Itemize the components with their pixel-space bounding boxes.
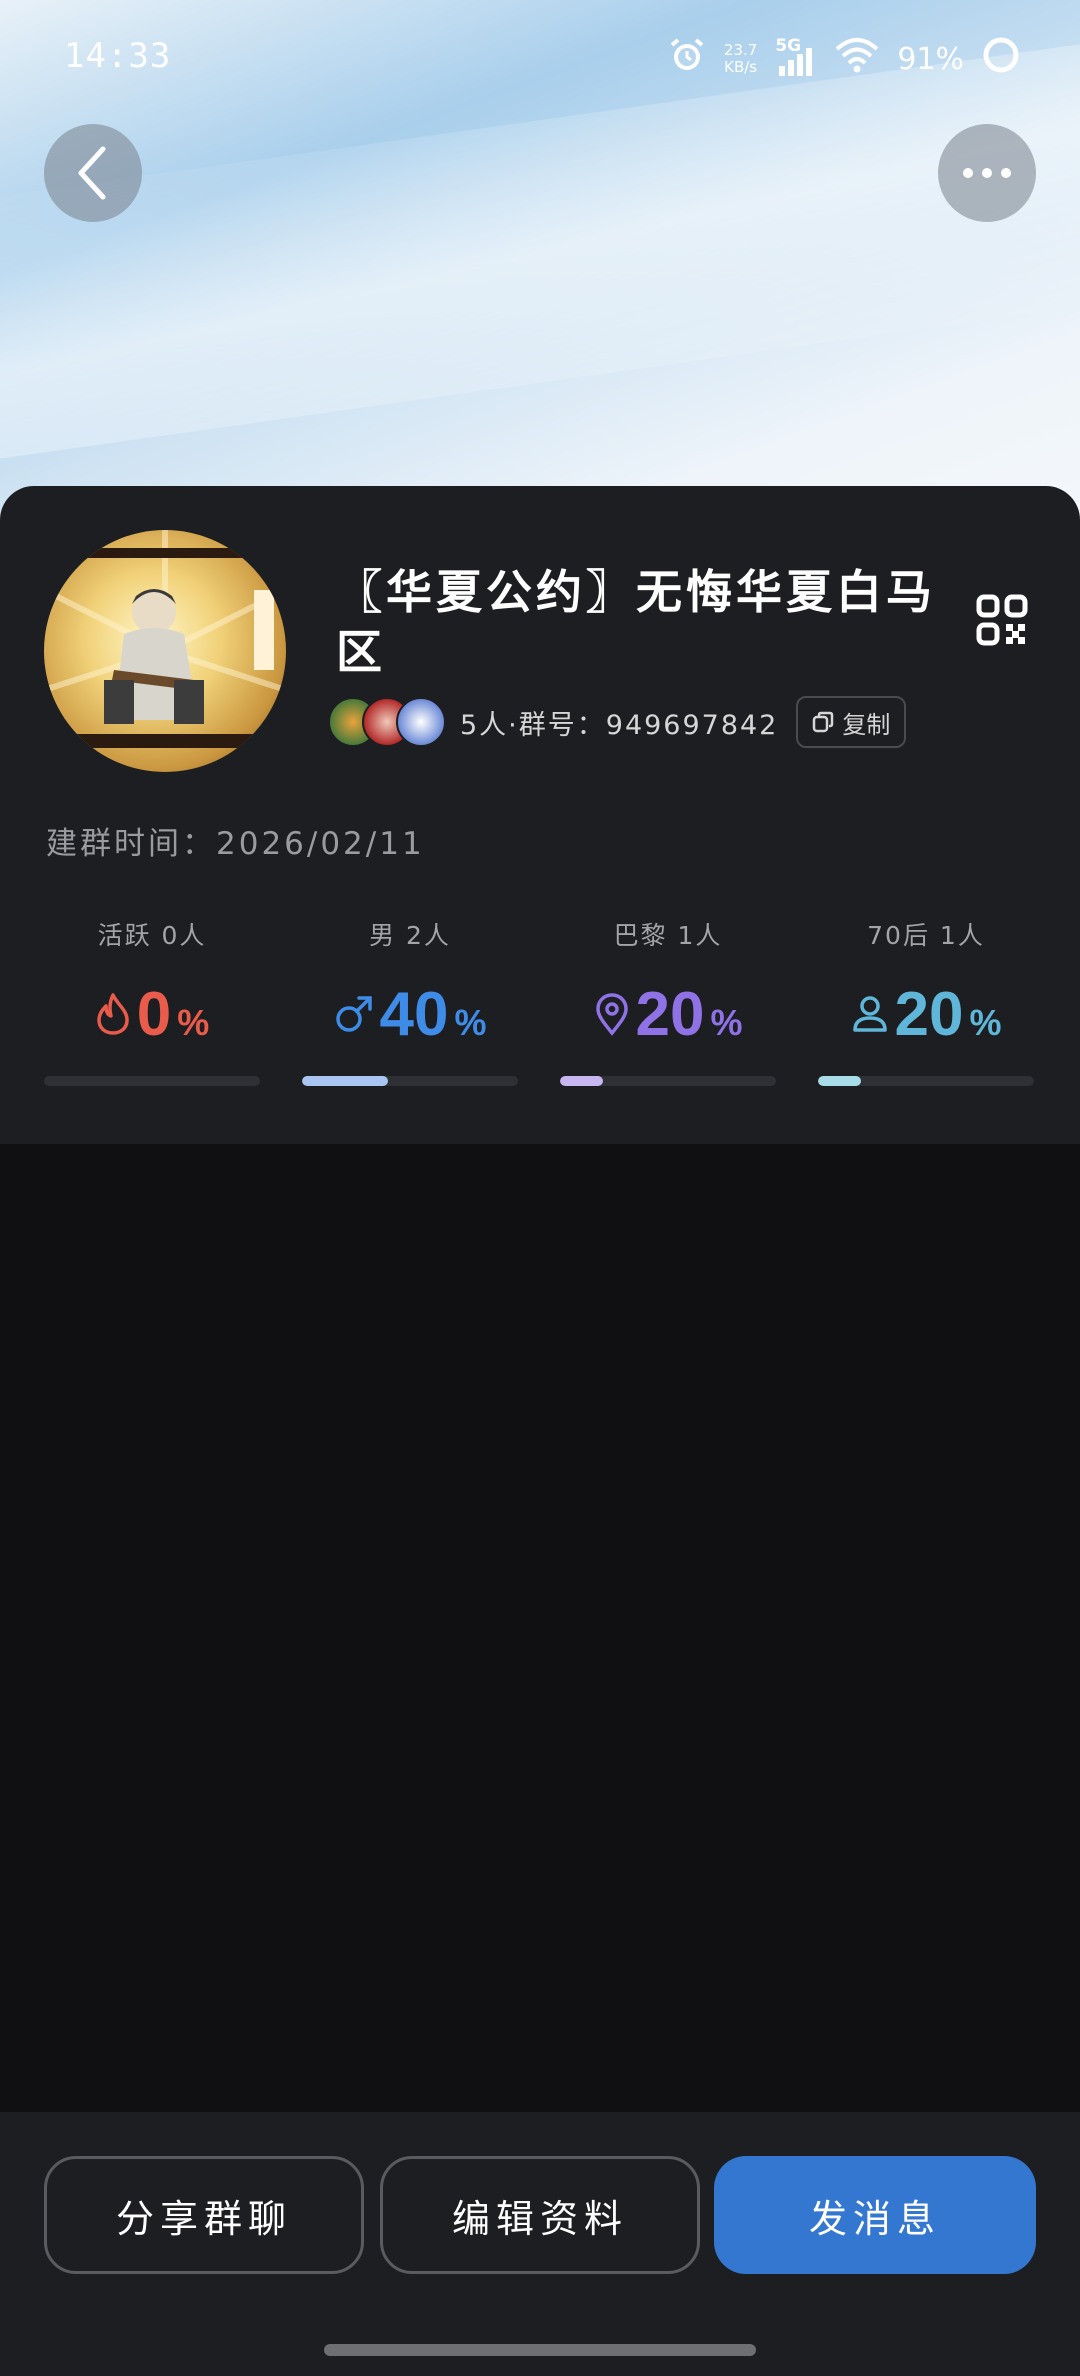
stat-value: 20 %	[818, 974, 1034, 1054]
male-icon	[335, 996, 372, 1032]
back-button[interactable]	[44, 124, 142, 222]
group-title: 〖华夏公约〗无悔华夏白马区	[336, 565, 936, 679]
copy-button[interactable]: 复制	[796, 696, 907, 748]
send-message-button[interactable]: 发消息	[714, 2156, 1036, 2274]
stat-progress-bar	[560, 1076, 776, 1086]
stat-location[interactable]: 巴黎 1人 20 %	[560, 916, 776, 1086]
stat-progress-bar	[818, 1076, 1034, 1086]
status-bar: 14:33 23.7 KB/s 5G 91%	[0, 0, 1080, 120]
copy-icon	[813, 711, 834, 733]
signal: 5G	[775, 36, 817, 78]
stat-progress-bar	[302, 1076, 518, 1086]
speed-value: 23.7	[723, 41, 758, 59]
copy-label: 复制	[842, 710, 891, 739]
person-icon	[852, 996, 887, 1032]
stat-number: 40	[379, 979, 449, 1049]
stat-active[interactable]: 活跃 0人 0 %	[44, 916, 260, 1086]
group-meta-row: 5人·群号：949697842 复制	[328, 696, 907, 748]
group-avatar[interactable]	[44, 530, 286, 772]
status-time: 14:33	[64, 36, 172, 76]
stat-number: 20	[635, 979, 705, 1049]
stat-progress-bar	[44, 1076, 260, 1086]
stat-number: 20	[894, 979, 964, 1049]
share-group-button[interactable]: 分享群聊	[44, 2156, 364, 2274]
speed-unit: KB/s	[724, 58, 758, 76]
chevron-left-icon	[78, 146, 106, 200]
stat-value: 20 %	[560, 974, 776, 1054]
stat-label: 活跃 0人	[97, 921, 207, 950]
member-avatar[interactable]	[396, 697, 446, 747]
stat-unit: %	[969, 1002, 1002, 1043]
stat-unit: %	[710, 1002, 743, 1043]
status-icons: 23.7 KB/s 5G 91%	[668, 36, 1020, 82]
stat-progress-fill	[818, 1076, 862, 1086]
more-dots-icon	[963, 168, 1011, 178]
stat-label: 巴黎 1人	[613, 921, 723, 950]
stat-male[interactable]: 男 2人 40 %	[302, 916, 518, 1086]
stat-age[interactable]: 70后 1人 20 %	[818, 916, 1034, 1086]
group-info-card: 〖华夏公约〗无悔华夏白马区 5人·群号：949697842 复制 建群时间：20…	[0, 486, 1080, 1144]
wifi-icon	[835, 37, 879, 81]
avatar-illustration	[44, 530, 286, 748]
battery-icon	[982, 36, 1020, 82]
battery-text: 91%	[897, 41, 964, 77]
stat-progress-fill	[302, 1076, 389, 1086]
more-button[interactable]	[938, 124, 1036, 222]
stat-value: 40 %	[302, 974, 518, 1054]
bottom-action-bar: 分享群聊 编辑资料 发消息	[0, 2112, 1080, 2376]
stats-row: 活跃 0人 0 % 男 2人 40 % 巴黎 1人 20 % 70后 1人 20…	[44, 916, 1036, 1086]
stat-label: 男 2人	[369, 921, 451, 950]
network-speed: 23.7 KB/s	[724, 42, 757, 76]
edit-profile-button[interactable]: 编辑资料	[380, 2156, 700, 2274]
group-member-count-and-id: 5人·群号：949697842	[460, 709, 779, 741]
home-indicator[interactable]	[324, 2344, 756, 2356]
stat-label: 70后 1人	[867, 921, 985, 950]
stat-unit: %	[177, 1002, 210, 1043]
stat-number: 0	[136, 979, 172, 1049]
qr-code-icon	[976, 594, 1028, 646]
stat-progress-fill	[560, 1076, 604, 1086]
created-time: 建群时间：2026/02/11	[46, 826, 425, 862]
stat-value: 0 %	[44, 974, 260, 1054]
alarm-icon	[668, 36, 706, 82]
qr-code-button[interactable]	[976, 594, 1028, 650]
signal-icon	[779, 48, 813, 76]
stat-unit: %	[454, 1002, 487, 1043]
flame-icon	[97, 993, 129, 1035]
location-icon	[595, 993, 628, 1036]
